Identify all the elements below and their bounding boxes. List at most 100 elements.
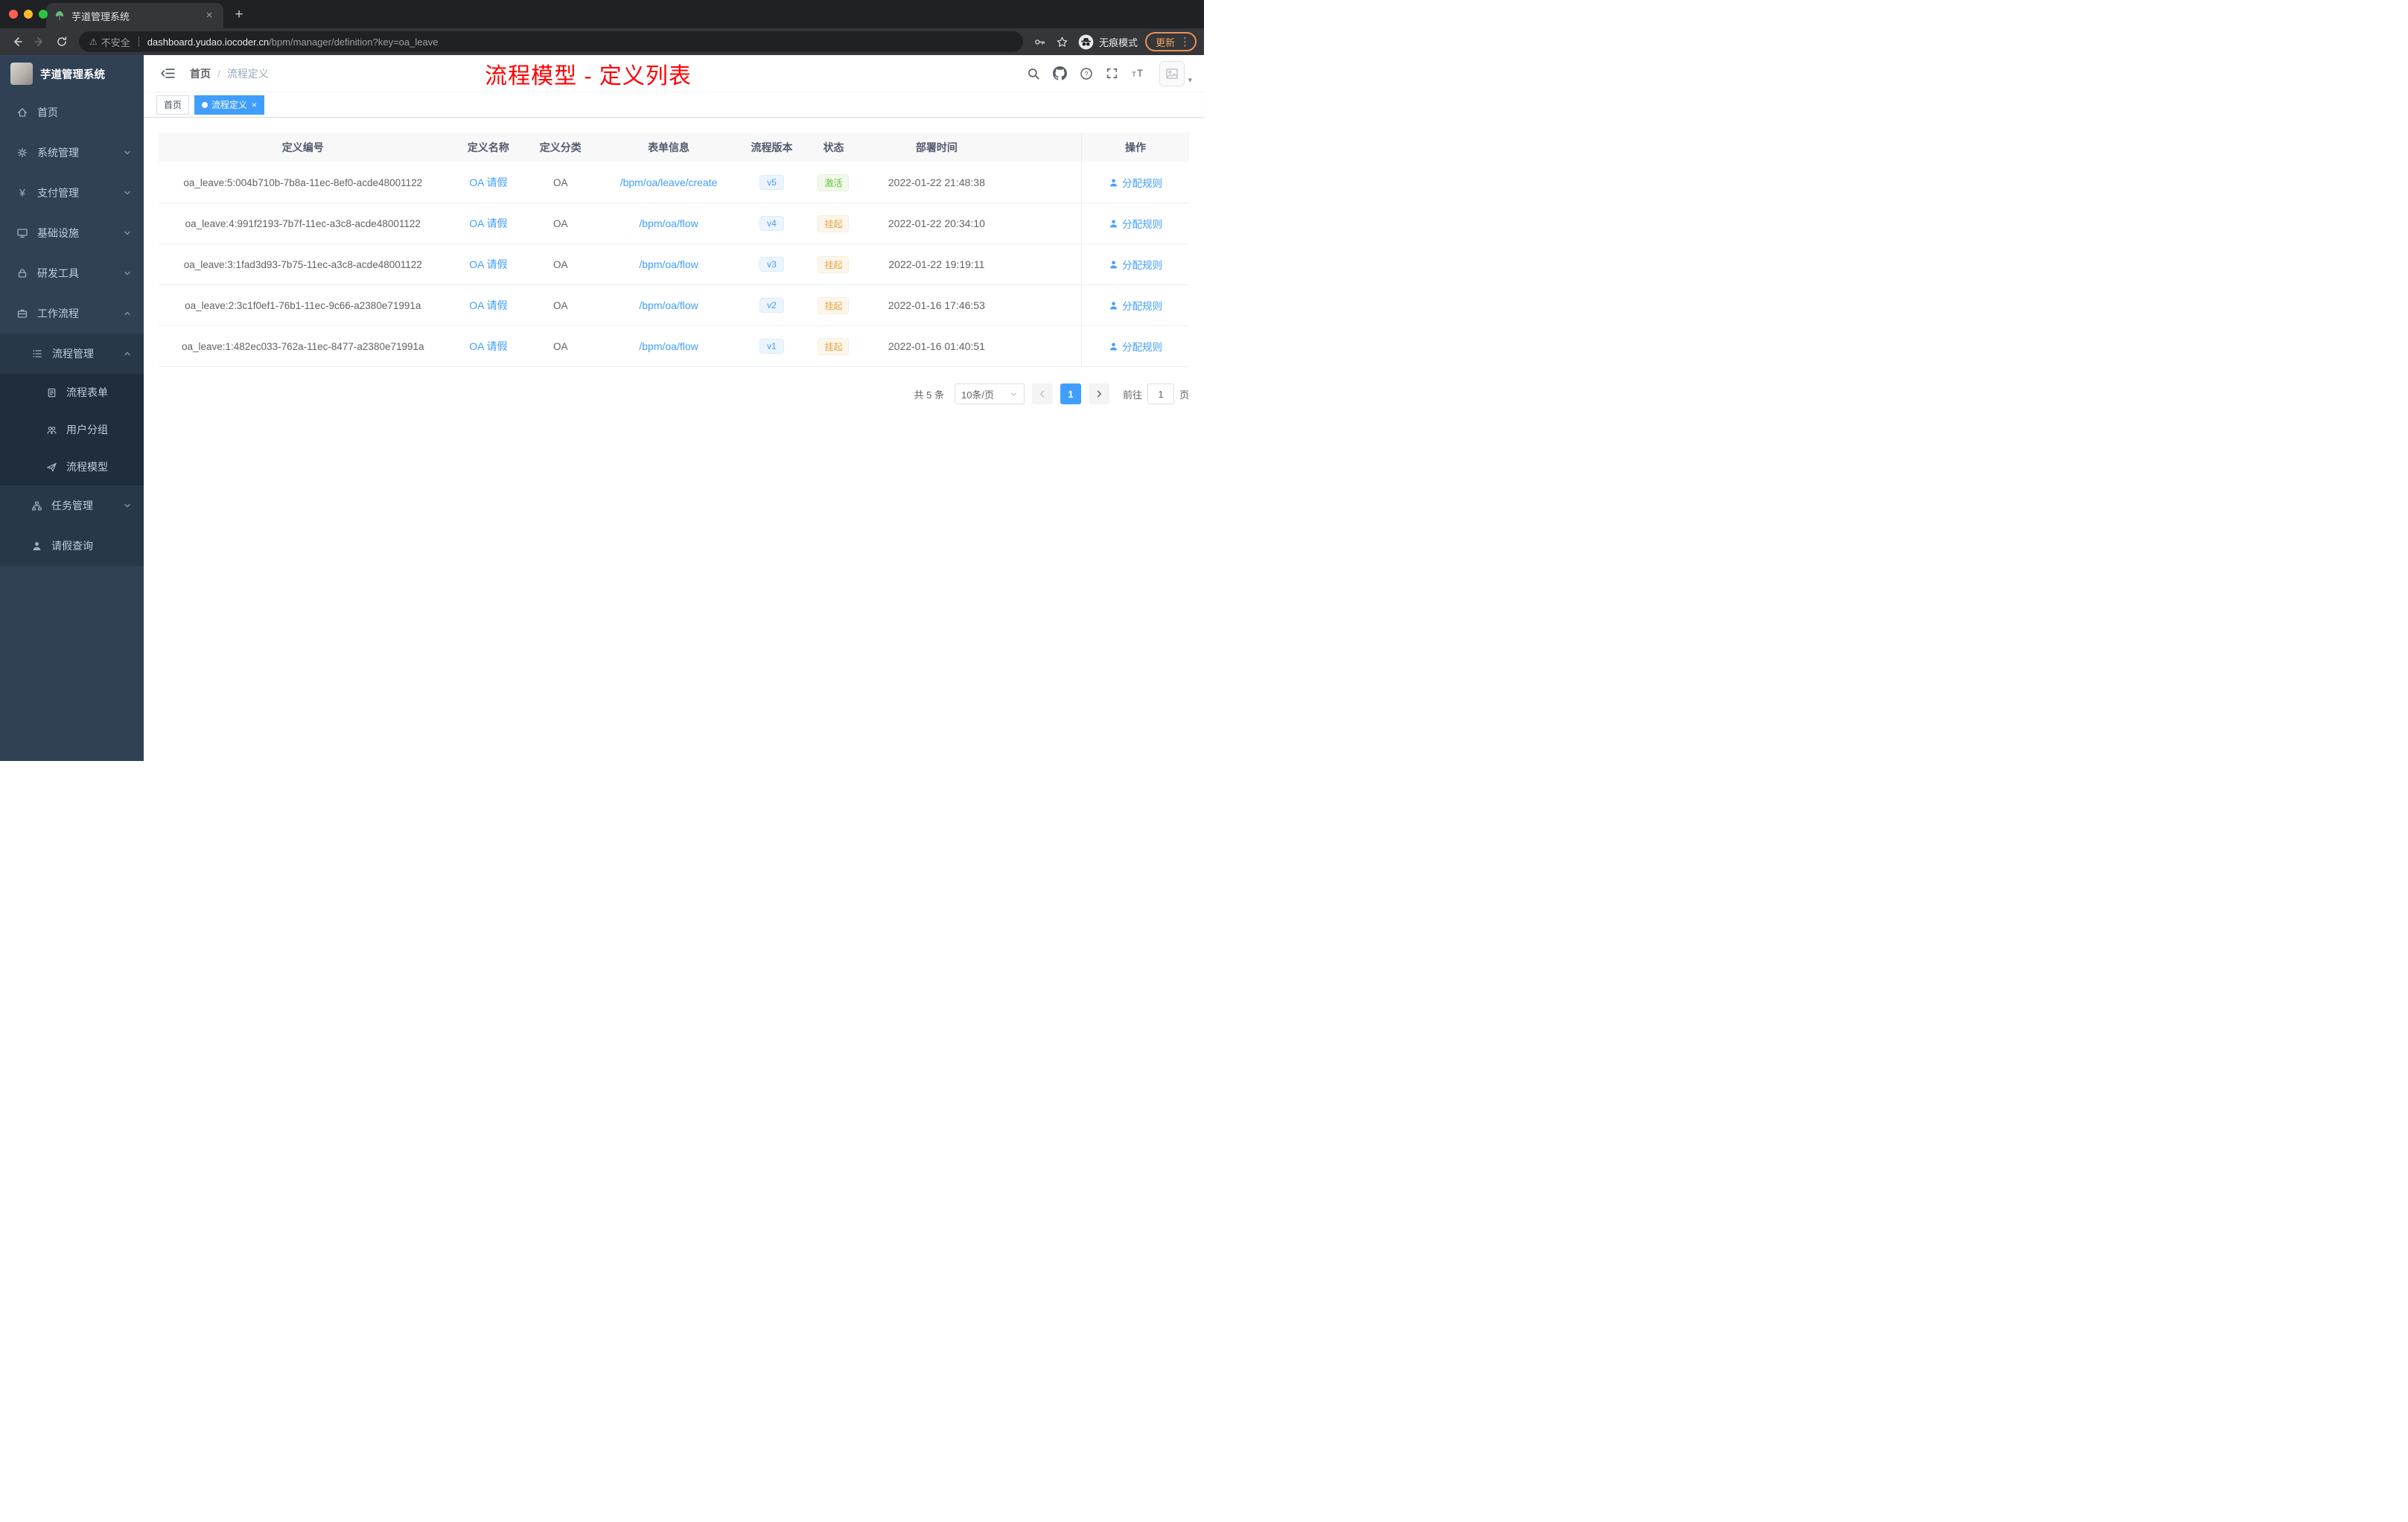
address-bar[interactable]: ⚠ 不安全 dashboard.yudao.iocoder.cn/bpm/man… [79,31,1023,52]
sidebar-item-task-management[interactable]: 任务管理 [0,485,144,526]
org-tree-icon [31,500,42,512]
definition-name-link[interactable]: OA 请假 [469,258,507,270]
document-icon [46,387,57,398]
assign-rule-link[interactable]: 分配规则 [1109,257,1162,272]
status-badge: 挂起 [818,337,850,355]
tag-close-icon[interactable]: × [252,101,257,109]
assign-rule-link[interactable]: 分配规则 [1109,298,1162,313]
home-icon [16,106,28,118]
definition-name-link[interactable]: OA 请假 [469,299,507,311]
version-badge: v4 [759,216,784,231]
sidebar-item-process-model[interactable]: 流程模型 [0,448,144,485]
cell-deploy-time: 2022-01-22 19:19:11 [888,258,985,270]
new-tab-button[interactable]: + [228,4,250,27]
sidebar-item-devtools[interactable]: 研发工具 [0,253,144,293]
tab-title: 芋道管理系统 [71,10,130,22]
omnibox-divider [138,36,139,47]
sidebar-item-process-management[interactable]: 流程管理 [0,334,144,374]
traffic-light-close[interactable] [9,10,18,19]
definition-table: 定义编号 定义名称 定义分类 表单信息 流程版本 状态 部署时间 操作 oa_l… [159,133,1189,367]
user-avatar[interactable]: ▾ [1159,60,1192,86]
yen-icon: ¥ [16,187,28,199]
cell-category: OA [552,258,568,270]
page-number-1[interactable]: 1 [1060,383,1081,404]
tab-close-icon[interactable]: × [203,9,216,22]
chevron-down-icon [123,229,132,238]
assign-rule-link[interactable]: 分配规则 [1109,339,1162,354]
active-dot [202,101,208,108]
chevron-down-icon [123,269,132,278]
definition-name-link[interactable]: OA 请假 [469,340,507,352]
table-row: oa_leave:2:3c1f0ef1-76b1-11ec-9c66-a2380… [159,285,1189,326]
browser-menu-dots-icon[interactable]: ⋮ [1179,35,1191,48]
form-info-link[interactable]: /bpm/oa/flow [639,217,698,229]
sidebar-item-process-form[interactable]: 流程表单 [0,374,144,411]
table-row: oa_leave:4:991f2193-7b7f-11ec-a3c8-acde4… [159,203,1189,244]
paper-plane-icon [46,462,57,473]
assign-rule-link[interactable]: 分配规则 [1109,216,1162,231]
column-header: 定义分类 [539,141,582,153]
column-header-action: 操作 [1081,133,1189,162]
column-header: 定义名称 [467,141,509,153]
chevron-up-icon [123,309,132,318]
definition-name-link[interactable]: OA 请假 [469,176,507,188]
cell-deploy-time: 2022-01-22 21:48:38 [888,176,985,188]
form-info-link[interactable]: /bpm/oa/flow [639,299,698,311]
user-icon [1109,301,1118,311]
forward-icon[interactable] [28,31,51,53]
version-badge: v3 [759,257,784,272]
cell-category: OA [552,340,568,352]
security-label[interactable]: 不安全 [101,35,130,49]
form-info-link[interactable]: /bpm/oa/leave/create [620,176,718,188]
prev-page-button[interactable] [1031,383,1053,404]
form-info-link[interactable]: /bpm/oa/flow [639,340,698,352]
version-badge: v1 [759,339,784,354]
star-icon[interactable] [1051,31,1074,52]
github-icon[interactable] [1053,66,1068,80]
traffic-light-minimize[interactable] [24,10,33,19]
sidebar-item-payment[interactable]: ¥ 支付管理 [0,173,144,213]
goto-page-input[interactable] [1147,383,1174,404]
sidebar-item-workflow[interactable]: 工作流程 [0,293,144,334]
assign-rule-link[interactable]: 分配规则 [1109,175,1162,190]
definition-name-link[interactable]: OA 请假 [469,217,507,229]
logo-avatar [10,63,33,85]
page-url[interactable]: dashboard.yudao.iocoder.cn/bpm/manager/d… [147,36,439,48]
search-icon[interactable] [1027,67,1040,80]
sidebar-item-user-group[interactable]: 用户分组 [0,411,144,448]
reload-icon[interactable] [51,31,73,53]
font-size-icon[interactable]: TT [1131,67,1145,80]
update-button[interactable]: 更新 ⋮ [1144,32,1197,51]
back-icon[interactable] [6,31,28,53]
help-icon[interactable]: ? [1080,67,1093,80]
fullscreen-icon[interactable] [1106,67,1118,80]
breadcrumb-home[interactable]: 首页 [190,66,211,81]
sidebar-item-system[interactable]: 系统管理 [0,133,144,173]
navbar: 首页 / 流程定义 流程模型 - 定义列表 ? TT ▾ [144,55,1204,92]
svg-text:¥: ¥ [19,187,25,199]
sidebar-toggle-icon[interactable] [156,62,179,86]
sidebar-logo[interactable]: 芋道管理系统 [0,55,144,92]
sidebar-item-home[interactable]: 首页 [0,92,144,133]
tag-process-definition[interactable]: 流程定义 × [194,95,265,115]
goto-label: 前往 [1122,389,1142,401]
browser-tabstrip: 芋道管理系统 × + [0,0,1204,28]
cell-definition-id: oa_leave:3:1fad3d93-7b75-11ec-a3c8-acde4… [183,258,422,270]
key-icon[interactable] [1029,31,1051,52]
cell-category: OA [552,176,568,188]
form-info-link[interactable]: /bpm/oa/flow [639,258,698,270]
list-icon [31,348,43,360]
browser-tab[interactable]: 芋道管理系统 × [46,3,223,28]
sidebar-item-leave-query[interactable]: 请假查询 [0,526,144,566]
page-size-select[interactable]: 10条/页 [954,383,1025,404]
traffic-light-zoom[interactable] [39,10,48,19]
status-badge: 挂起 [818,255,850,273]
version-badge: v5 [759,175,784,190]
sidebar-item-infrastructure[interactable]: 基础设施 [0,213,144,253]
gear-icon [16,147,28,159]
next-page-button[interactable] [1088,383,1109,404]
chevron-down-icon [123,188,132,197]
tag-home[interactable]: 首页 [156,95,190,115]
status-badge: 激活 [818,173,850,191]
chevron-up-icon [123,349,132,358]
